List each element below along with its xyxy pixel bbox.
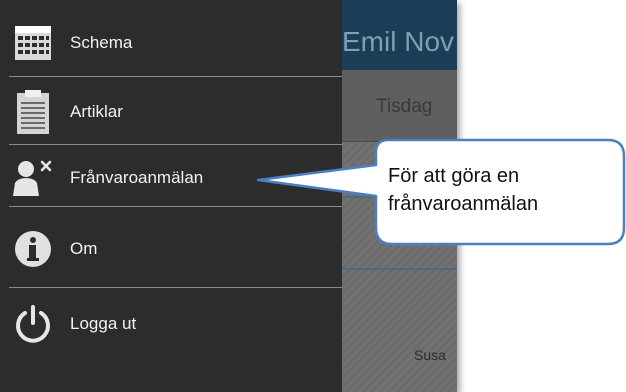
app-title: Emil Nov — [342, 26, 455, 57]
schedule-divider — [340, 196, 457, 198]
schedule-divider — [340, 268, 457, 270]
menu-item-label: Artiklar — [70, 102, 123, 121]
clipboard-icon — [11, 87, 55, 137]
phone-screen: Emil Nov Tisdag Susa Schema Artiklar Frå… — [0, 0, 457, 392]
menu-divider — [9, 144, 342, 145]
menu-divider — [9, 287, 342, 288]
menu-item-label: Logga ut — [70, 314, 137, 333]
menu-item-label: Schema — [70, 33, 133, 52]
day-label: Tisdag — [376, 96, 433, 117]
menu-divider — [9, 76, 342, 77]
calendar-icon — [11, 18, 55, 68]
menu-item-schema[interactable]: Schema — [0, 13, 342, 73]
info-icon — [11, 224, 55, 274]
menu-item-artiklar[interactable]: Artiklar — [0, 82, 342, 142]
menu-item-label: Frånvaroanmälan — [70, 168, 204, 187]
schedule-entry-name: Susa — [414, 347, 446, 363]
navigation-drawer: Schema Artiklar Frånvaroanmälan Om Logga… — [0, 0, 342, 392]
menu-item-franvaroanmalan[interactable]: Frånvaroanmälan — [0, 148, 342, 208]
person-remove-icon — [11, 153, 55, 203]
power-icon — [11, 299, 55, 349]
menu-divider — [9, 206, 342, 207]
menu-item-label: Om — [70, 239, 98, 258]
menu-item-om[interactable]: Om — [0, 219, 342, 279]
menu-item-logga-ut[interactable]: Logga ut — [0, 294, 342, 354]
